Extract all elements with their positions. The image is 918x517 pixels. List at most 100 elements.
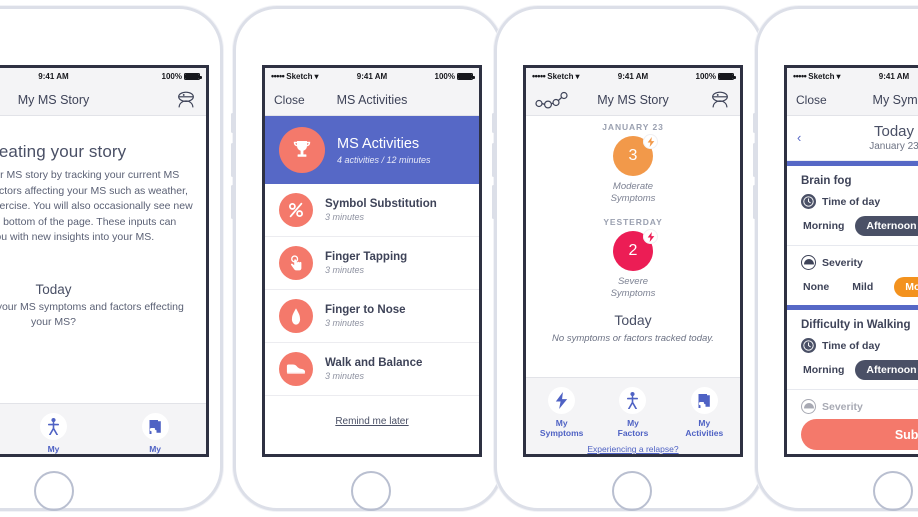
phone-mockup-2: ••••• Sketch ▾ 9:41 AM 100% Close MS Act… — [231, 6, 503, 511]
user-avatar-icon — [175, 89, 197, 111]
symptom-caption-line1: Moderate — [612, 181, 654, 192]
day-header-date: January 23 — [869, 141, 918, 152]
today-heading: Today — [614, 312, 652, 328]
time-of-day-row: Time of day — [801, 194, 918, 209]
symptom-entry[interactable]: 2 Severe Symptoms — [526, 229, 740, 300]
list-item-title: Symbol Substitution — [325, 198, 437, 210]
time-of-day-options: Morning Afternoon N — [801, 360, 918, 380]
day-label: YESTERDAY — [603, 217, 663, 227]
phone2-side-button-1 — [231, 113, 234, 133]
time-of-day-options: Morning Afternoon N — [801, 216, 918, 236]
option-morning[interactable]: Morning — [801, 360, 846, 380]
day-label: JANUARY 23 — [602, 122, 664, 132]
symptom-count-circle: 2 — [613, 229, 658, 271]
battery-icon — [184, 73, 202, 80]
phone3-tabs: My Symptoms My Factors My Activities — [526, 387, 740, 438]
phone3-home-button[interactable] — [612, 471, 652, 511]
submit-button[interactable]: Submit — [801, 419, 918, 450]
clock-icon — [801, 194, 816, 209]
list-item[interactable]: Finger Tapping 3 minutes — [265, 237, 479, 290]
phone2-screen: ••••• Sketch ▾ 9:41 AM 100% Close MS Act… — [262, 65, 482, 457]
option-morning[interactable]: Morning — [801, 216, 846, 236]
phone2-content: MS Activities 4 activities / 12 minutes — [265, 116, 479, 454]
sidebar-item-my-activities[interactable]: My Activities — [669, 387, 740, 438]
sidebar-item-my-symptoms[interactable]: My Symptoms — [526, 387, 597, 438]
option-afternoon[interactable]: Afternoon — [855, 360, 918, 380]
close-button[interactable]: Close — [274, 93, 305, 107]
symptom-entry[interactable]: 3 Moderate Symptoms — [526, 134, 740, 205]
symptom-section: Brain fog Time of day Morning Afternoon … — [787, 166, 918, 305]
phone1-status-bar: ••••• Sketch ▾ 9:41 AM 100% — [0, 68, 206, 85]
phone1-screen: ••••• Sketch ▾ 9:41 AM 100% — [0, 65, 209, 457]
network-graph-icon — [535, 91, 569, 109]
phone-mockup-4: ••••• Sketch ▾ 9:41 AM 100% Close My Sym… — [753, 6, 918, 511]
chevron-left-icon[interactable]: ‹ — [797, 130, 801, 145]
phone2-status-bar: ••••• Sketch ▾ 9:41 AM 100% — [265, 68, 479, 85]
finger-point-icon — [279, 299, 313, 333]
phone1-home-button[interactable] — [34, 471, 74, 511]
phone1-nav-bar: My MS Story — [0, 85, 206, 116]
option-none[interactable]: None — [801, 277, 831, 297]
phone2-home-button[interactable] — [351, 471, 391, 511]
phone3-avatar-button[interactable] — [709, 89, 731, 111]
symptom-caption-line2: Symptoms — [610, 193, 656, 204]
phone4-side-button-3 — [753, 185, 756, 219]
phone4-side-button-2 — [753, 143, 756, 177]
phone1-content: Creating your story Start telling your M… — [0, 142, 206, 457]
phone4-home-button[interactable] — [873, 471, 913, 511]
severity-row: Severity — [801, 399, 918, 414]
option-mild[interactable]: Mild — [850, 277, 875, 297]
phone2-nav-bar: Close MS Activities — [265, 85, 479, 116]
walking-person-icon — [39, 413, 67, 440]
option-afternoon[interactable]: Afternoon — [855, 216, 918, 236]
option-moderate[interactable]: Modera — [894, 277, 918, 297]
day-header-title: Today — [873, 123, 915, 140]
tab-label-line2: Factors — [38, 454, 69, 457]
symptom-caption-line1: Severe — [617, 276, 649, 287]
tab-label-line1: My — [555, 418, 568, 428]
relapse-link[interactable]: Experiencing a relapse? — [526, 444, 740, 454]
screenshot-stage: ••••• Sketch ▾ 9:41 AM 100% — [0, 0, 918, 517]
divider — [787, 389, 918, 390]
battery-percent-label: 100% — [161, 72, 182, 81]
tab-label-line1: My — [149, 444, 162, 454]
tab-label-line2: Activities — [136, 454, 174, 457]
tab-label-line2: Factors — [617, 428, 649, 438]
ms-activities-hero-card[interactable]: MS Activities 4 activities / 12 minutes — [265, 116, 479, 184]
row-label: Severity — [822, 400, 863, 413]
phone-mockup-1: ••••• Sketch ▾ 9:41 AM 100% — [0, 6, 223, 511]
hand-tap-icon — [279, 246, 313, 280]
phone3-logo-button[interactable] — [535, 91, 569, 109]
shoe-icon — [279, 352, 313, 386]
list-item[interactable]: Finger to Nose 3 minutes — [265, 290, 479, 343]
row-label: Time of day — [822, 339, 881, 352]
phone4-status-bar: ••••• Sketch ▾ 9:41 AM 100% — [787, 68, 918, 85]
list-item[interactable]: Symbol Substitution 3 minutes — [265, 184, 479, 237]
sidebar-item-my-symptoms[interactable]: My Symptoms — [0, 413, 2, 454]
list-item-text: Symbol Substitution 3 minutes — [325, 198, 437, 222]
phone1-nav-title: My MS Story — [17, 93, 90, 107]
list-item[interactable]: Walk and Balance 3 minutes — [265, 343, 479, 396]
list-item-text: Finger to Nose 3 minutes — [325, 304, 406, 328]
sidebar-item-my-factors[interactable]: My Factors — [3, 413, 104, 457]
phone-mockup-3: ••••• Sketch ▾ 9:41 AM 100% My MS Story … — [492, 6, 764, 511]
divider — [787, 245, 918, 246]
phone1-avatar-button[interactable] — [175, 89, 197, 111]
symptom-caption: Severe Symptoms — [611, 276, 656, 300]
battery-icon — [457, 73, 475, 80]
phone4-nav-bar: Close My Symptom — [787, 85, 918, 116]
severity-options: None Mild Modera — [801, 277, 918, 297]
status-time: 9:41 AM — [878, 72, 910, 81]
sidebar-item-my-activities[interactable]: My Activities — [105, 413, 206, 457]
remind-me-later-link[interactable]: Remind me later — [265, 396, 479, 427]
sidebar-item-my-factors[interactable]: My Factors — [598, 387, 669, 438]
battery-percent-label: 100% — [434, 72, 455, 81]
close-button[interactable]: Close — [796, 93, 827, 107]
phone4-nav-title: My Symptom — [872, 93, 918, 107]
phone3-content: JANUARY 23 3 Moderate Symptoms YESTERDAY — [526, 116, 740, 454]
phone3-nav-bar: My MS Story — [526, 85, 740, 116]
phone2-nav-title: MS Activities — [336, 93, 408, 107]
close-button-label: Close — [796, 93, 827, 107]
tab-label-line2: Symptoms — [539, 428, 584, 438]
symptom-caption: Moderate Symptoms — [611, 181, 656, 205]
